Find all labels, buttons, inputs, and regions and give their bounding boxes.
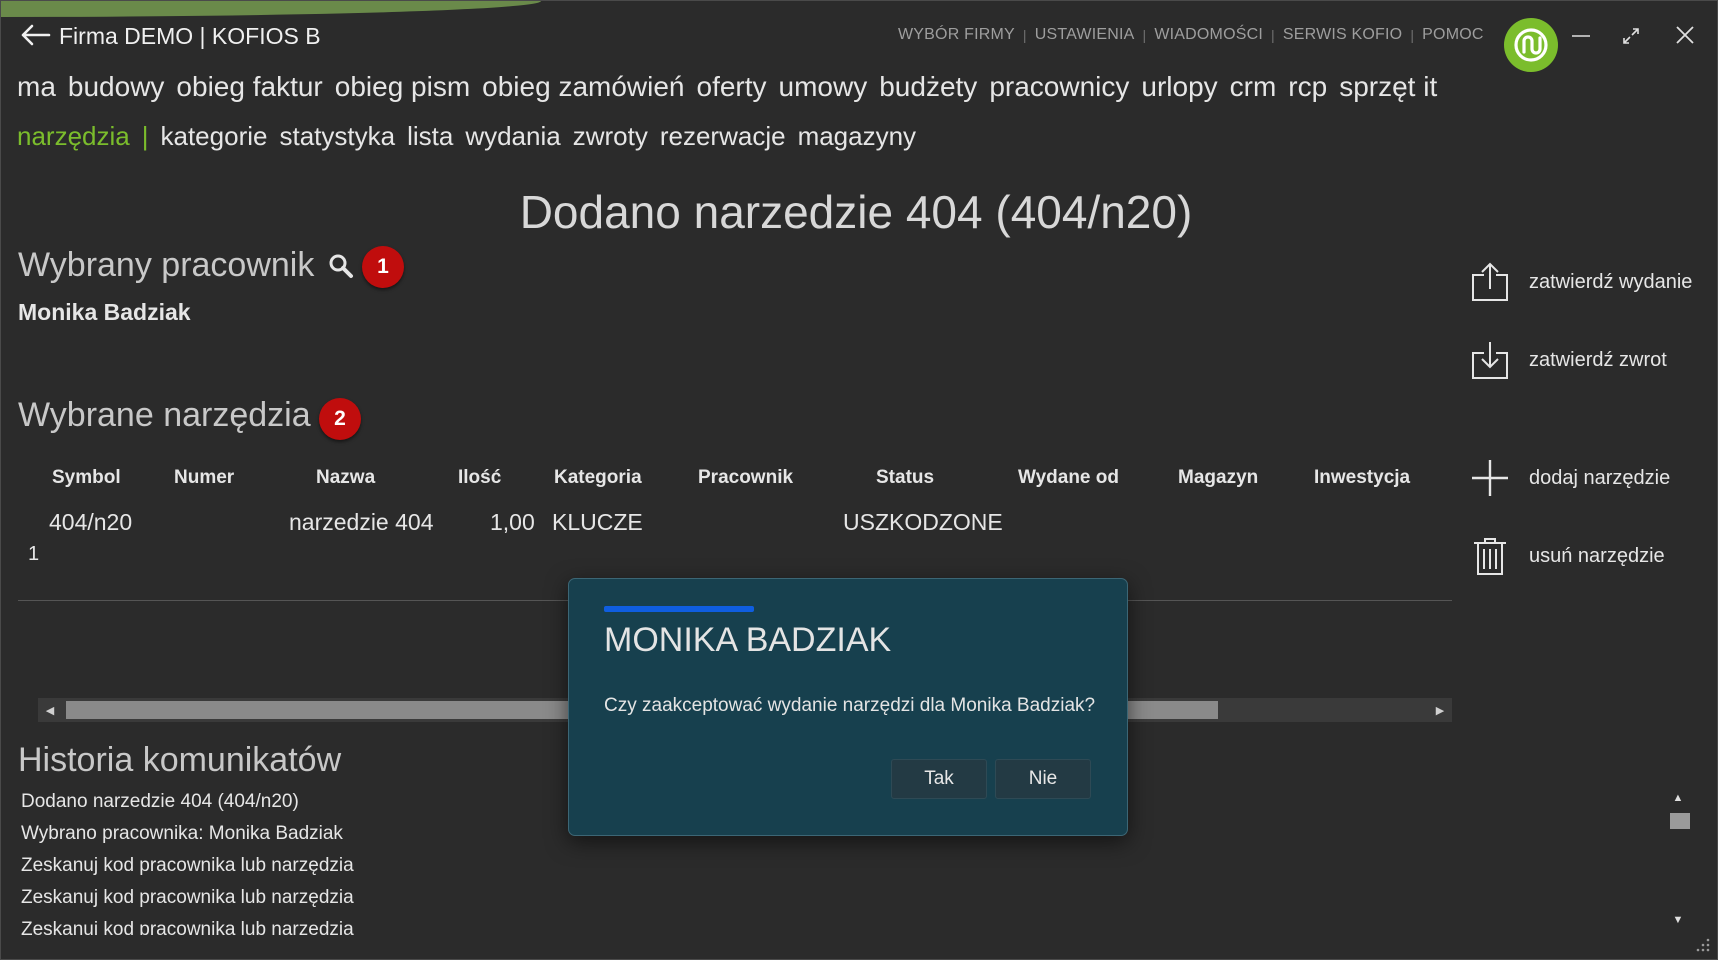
column-header-inwestycja[interactable]: Inwestycja bbox=[1314, 467, 1410, 489]
search-icon[interactable] bbox=[328, 253, 354, 279]
subnav-kategorie[interactable]: kategorie bbox=[161, 121, 268, 152]
history-vertical-scrollbar[interactable]: ▲ ▼ bbox=[1665, 785, 1691, 933]
column-header-kategoria[interactable]: Kategoria bbox=[554, 467, 642, 489]
topnav-separator: | bbox=[1142, 27, 1147, 43]
subnav-wydania[interactable]: wydania bbox=[465, 121, 560, 152]
app-title: Firma DEMO | KOFIOS B bbox=[59, 23, 321, 49]
trash-icon bbox=[1474, 538, 1506, 575]
topnav-pomoc[interactable]: POMOC bbox=[1422, 26, 1483, 44]
topnav-separator: | bbox=[1022, 27, 1027, 43]
confirm-issue-button[interactable]: zatwierdź wydanie bbox=[1469, 261, 1692, 303]
column-header-ilosc[interactable]: Ilość bbox=[458, 467, 501, 489]
subnav-rezerwacje[interactable]: rezerwacje bbox=[660, 121, 786, 152]
nav-item-obieg-faktur[interactable]: obieg faktur bbox=[176, 71, 322, 103]
dialog-progress-bar bbox=[604, 606, 754, 612]
list-item: Zeskanuj kod pracownika lub narzędzia bbox=[21, 919, 354, 935]
yes-button[interactable]: Tak bbox=[891, 759, 987, 799]
topnav-separator: | bbox=[1410, 27, 1415, 43]
column-header-wydane-od[interactable]: Wydane od bbox=[1018, 467, 1119, 489]
cell-symbol: 404/n20 bbox=[49, 509, 133, 535]
upload-tray-icon bbox=[1472, 262, 1508, 301]
table-row[interactable] bbox=[18, 501, 1452, 573]
column-header-nazwa[interactable]: Nazwa bbox=[316, 467, 375, 489]
topnav-serwis-kofio[interactable]: SERWIS KOFIO bbox=[1283, 26, 1402, 44]
selected-employee-name: Monika Badziak bbox=[18, 299, 191, 325]
nav-item-oferty[interactable]: oferty bbox=[697, 71, 767, 103]
close-icon[interactable] bbox=[1668, 21, 1702, 51]
subnav-statystyka[interactable]: statystyka bbox=[279, 121, 395, 152]
nav-item-pracownicy[interactable]: pracownicy bbox=[989, 71, 1129, 103]
nav-item-budowy[interactable]: budowy bbox=[68, 71, 165, 103]
plus-icon bbox=[1472, 460, 1508, 496]
nav-item-urlopy[interactable]: urlopy bbox=[1141, 71, 1217, 103]
row-number: 1 bbox=[28, 543, 40, 565]
nav-item-crm[interactable]: crm bbox=[1230, 71, 1277, 103]
confirm-return-label: zatwierdź zwrot bbox=[1529, 348, 1667, 371]
column-header-pracownik[interactable]: Pracownik bbox=[698, 467, 793, 489]
minimize-icon[interactable] bbox=[1564, 21, 1598, 51]
selected-employee-heading: Wybrany pracownik bbox=[18, 246, 315, 284]
nav-item-obieg-pism[interactable]: obieg pism bbox=[335, 71, 470, 103]
subnav-magazyny[interactable]: magazyny bbox=[798, 121, 917, 152]
module-navigation: ma budowy obieg faktur obieg pism obieg … bbox=[17, 71, 1437, 103]
message-history-heading: Historia komunikatów bbox=[18, 741, 342, 779]
top-navigation: WYBÓR FIRMY | USTAWIENIA | WIADOMOŚCI | … bbox=[898, 26, 1484, 44]
subnav-separator: | bbox=[141, 121, 149, 151]
confirmation-dialog: MONIKA BADZIAK Czy zaakceptować wydanie … bbox=[568, 578, 1128, 836]
scrollbar-thumb[interactable] bbox=[1670, 813, 1690, 829]
subnav-current-narzedzia[interactable]: narzędzia bbox=[17, 121, 130, 152]
page-title: Dodano narzedzie 404 (404/n20) bbox=[519, 186, 1193, 238]
scroll-left-icon[interactable]: ◀ bbox=[38, 698, 62, 722]
remove-tool-label: usuń narzędzie bbox=[1529, 544, 1665, 567]
remove-tool-button[interactable]: usuń narzędzie bbox=[1469, 535, 1665, 577]
subnav-lista[interactable]: lista bbox=[407, 121, 453, 152]
cell-kategoria: KLUCZE bbox=[552, 509, 643, 535]
nav-item-ma[interactable]: ma bbox=[17, 71, 56, 103]
cell-status: USZKODZONE bbox=[843, 509, 1003, 535]
download-tray-icon bbox=[1472, 342, 1508, 379]
app-window: Firma DEMO | KOFIOS B WYBÓR FIRMY | USTA… bbox=[0, 0, 1718, 960]
title-bar: Firma DEMO | KOFIOS B WYBÓR FIRMY | USTA… bbox=[1, 15, 1717, 72]
scroll-right-icon[interactable]: ▶ bbox=[1428, 698, 1452, 722]
topnav-ustawienia[interactable]: USTAWIENIA bbox=[1035, 26, 1135, 44]
topnav-separator: | bbox=[1271, 27, 1275, 43]
step-badge-2: 2 bbox=[319, 398, 361, 440]
cell-nazwa: narzedzie 404 bbox=[289, 509, 434, 535]
dialog-message: Czy zaakceptować wydanie narzędzi dla Mo… bbox=[604, 695, 1096, 716]
list-item: Zeskanuj kod pracownika lub narzędzia bbox=[21, 855, 354, 876]
column-header-symbol[interactable]: Symbol bbox=[52, 467, 121, 489]
no-button[interactable]: Nie bbox=[995, 759, 1091, 799]
topnav-wiadomosci[interactable]: WIADOMOŚCI bbox=[1154, 26, 1263, 44]
column-header-magazyn[interactable]: Magazyn bbox=[1178, 467, 1258, 489]
confirm-issue-label: zatwierdź wydanie bbox=[1529, 270, 1693, 293]
list-item: Zeskanuj kod pracownika lub narzędzia bbox=[21, 887, 354, 908]
nav-item-obieg-zamowien[interactable]: obieg zamówień bbox=[482, 71, 684, 103]
add-tool-label: dodaj narzędzie bbox=[1529, 466, 1671, 489]
confirm-return-button[interactable]: zatwierdź zwrot bbox=[1469, 339, 1667, 381]
scroll-down-icon[interactable]: ▼ bbox=[1669, 911, 1687, 929]
resize-grip-icon[interactable] bbox=[1695, 937, 1711, 953]
cell-ilosc: 1,00 bbox=[490, 509, 535, 535]
subnav-zwroty[interactable]: zwroty bbox=[573, 121, 648, 152]
scroll-up-icon[interactable]: ▲ bbox=[1669, 789, 1687, 807]
column-header-numer[interactable]: Numer bbox=[174, 467, 234, 489]
nav-item-rcp[interactable]: rcp bbox=[1288, 71, 1327, 103]
maximize-icon[interactable] bbox=[1614, 21, 1648, 51]
dialog-title: MONIKA BADZIAK bbox=[604, 621, 892, 659]
add-tool-button[interactable]: dodaj narzędzie bbox=[1469, 457, 1670, 499]
column-header-status[interactable]: Status bbox=[876, 467, 934, 489]
sub-navigation: narzędzia | kategorie statystyka lista w… bbox=[17, 121, 916, 152]
back-arrow-icon[interactable] bbox=[19, 23, 51, 47]
nav-item-budzety[interactable]: budżety bbox=[879, 71, 977, 103]
nav-item-sprzet-it[interactable]: sprzęt it bbox=[1339, 71, 1437, 103]
kofio-logo-icon[interactable] bbox=[1504, 18, 1558, 72]
selected-tools-heading: Wybrane narzędzia bbox=[18, 396, 311, 434]
step-badge-1: 1 bbox=[362, 246, 404, 288]
nav-item-umowy[interactable]: umowy bbox=[779, 71, 868, 103]
topnav-wybor-firmy[interactable]: WYBÓR FIRMY bbox=[898, 26, 1015, 44]
